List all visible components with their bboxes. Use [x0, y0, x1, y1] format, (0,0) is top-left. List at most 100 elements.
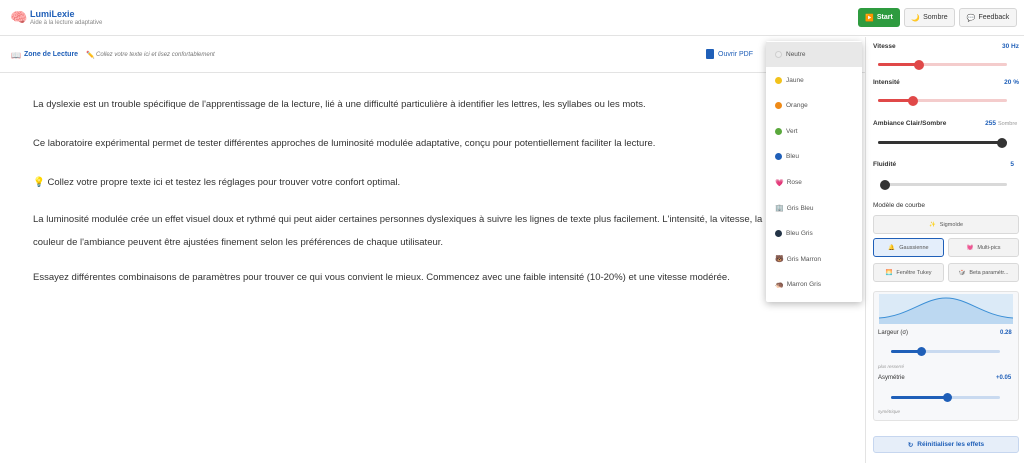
curve-preview [879, 294, 1013, 324]
dropdown-option[interactable]: Neutre [766, 42, 862, 67]
speed-value: 30 Hz [1002, 43, 1019, 50]
dropdown-option[interactable]: Bleu [766, 144, 862, 169]
curve-label: Multi-pics [977, 244, 1001, 251]
reset-effects-button[interactable]: ↻ Réinitialiser les effets [873, 436, 1019, 453]
refresh-icon: ↻ [907, 441, 914, 449]
start-button[interactable]: ▶️ Start [858, 8, 900, 27]
slider-thumb[interactable] [997, 137, 1007, 148]
slider-thumb[interactable] [917, 347, 927, 356]
option-label: Gris Bleu [786, 204, 814, 212]
reading-zone-title: Zone de Lecture [24, 51, 79, 58]
book-icon: 📖 [11, 51, 21, 60]
curve-tukey-button[interactable]: 🌅 Fenêtre Tukey [873, 263, 944, 282]
option-label: Jaune [786, 76, 804, 84]
option-label: Gris Marron [786, 255, 822, 263]
option-label: Neutre [786, 51, 806, 58]
sunrise-icon: 🌅 [885, 269, 893, 276]
option-label: Vert [786, 127, 798, 135]
ambiance-color-dropdown: Neutre Jaune Orange Vert Bleu 💗 Rose 🏢 Gris Bleu… [766, 41, 862, 302]
feedback-label: Feedback [978, 14, 1010, 21]
dropdown-option[interactable]: 💗 Rose [766, 170, 862, 195]
reset-effects-label: Réinitialiser les effets [917, 441, 985, 448]
open-pdf-button[interactable]: Ouvrir PDF [706, 49, 753, 59]
theme-label: Sombre [923, 14, 948, 21]
reading-paragraph: Ce laboratoire expérimental permet de te… [33, 138, 656, 149]
intensity-label: Intensité [873, 79, 900, 86]
app-subtitle: Aide à la lecture adaptative [30, 20, 103, 26]
reading-zone-bar: 📖 Zone de Lecture ✏️ Collez votre texte … [0, 37, 865, 73]
curve-label: Fenêtre Tukey [896, 269, 932, 276]
option-emoji-icon: 🐻 [775, 256, 784, 264]
dropdown-option[interactable]: Bleu Gris [766, 221, 862, 246]
curve-beta-button[interactable]: 🎲 Beta paramétr... [948, 263, 1019, 282]
width-sigma-label: Largeur (σ) [878, 330, 909, 336]
sparkles-icon: ✨ [928, 221, 936, 228]
ambiance-value: 255 [985, 120, 996, 127]
color-dot-icon [775, 76, 782, 84]
slider-fill [878, 141, 1007, 144]
width-sigma-value: 0.28 [1000, 330, 1012, 336]
dropdown-option[interactable]: 🐻 Gris Marron [766, 247, 862, 272]
intensity-value: 20 % [1004, 79, 1019, 86]
color-dot-icon [775, 127, 782, 135]
color-dot-icon [775, 153, 782, 161]
asymmetry-note: symétrique [878, 409, 901, 414]
dropdown-option[interactable]: 🏢 Gris Bleu [766, 196, 862, 221]
width-sigma-note: plus resserré [878, 364, 905, 369]
theme-toggle-button[interactable]: 🌙 Sombre [904, 8, 955, 27]
ambiance-label: Ambiance Clair/Sombre [873, 120, 947, 127]
reading-zone-hint: Collez votre texte ici et lisez conforta… [96, 52, 215, 58]
curve-model-label: Modèle de courbe [873, 202, 926, 209]
curve-sigmoid-button[interactable]: ✨ Sigmoïde [873, 215, 1019, 234]
slider-thumb[interactable] [907, 95, 918, 106]
reading-text-area[interactable]: La dyslexie est un trouble spécifique de… [33, 95, 768, 295]
slider-fill [878, 63, 920, 66]
play-icon: ▶️ [865, 14, 874, 22]
heartbeat-icon: 💓 [966, 244, 974, 251]
dropdown-option[interactable]: Orange [766, 93, 862, 118]
pdf-file-icon [706, 49, 714, 59]
curve-multipeak-button[interactable]: 💓 Multi-pics [948, 238, 1019, 257]
dice-icon: 🎲 [958, 269, 966, 276]
option-label: Bleu [786, 153, 800, 161]
brain-icon: 🧠 [10, 9, 28, 25]
curve-gaussian-button[interactable]: 🔔 Gaussienne [873, 238, 944, 257]
reading-paragraph: La dyslexie est un trouble spécifique de… [33, 99, 646, 110]
reading-paragraph: Essayez différentes combinaisons de para… [33, 272, 730, 283]
feedback-button[interactable]: 💬 Feedback [959, 8, 1017, 27]
speech-bubble-icon: 💬 [966, 14, 976, 22]
app-header: 🧠 LumiLexie Aide à la lecture adaptative… [0, 0, 1024, 36]
dropdown-option[interactable]: Jaune [766, 68, 862, 93]
ambiance-value-note: Sombre [998, 121, 1018, 127]
asymmetry-value: +0.05 [996, 375, 1012, 381]
start-label: Start [876, 14, 893, 21]
option-label: Rose [786, 179, 802, 186]
slider-track[interactable] [885, 183, 1007, 186]
open-pdf-label: Ouvrir PDF [718, 50, 753, 58]
speed-label: Vitesse [873, 43, 896, 50]
dropdown-option[interactable]: Vert [766, 119, 862, 144]
curve-label: Sigmoïde [939, 221, 964, 228]
reading-paragraph: La luminosité modulée crée un effet visu… [33, 214, 763, 248]
color-dot-icon [775, 102, 782, 110]
option-emoji-icon: 🏢 [775, 205, 784, 213]
fluidity-label: Fluidité [873, 161, 897, 168]
pencil-icon: ✏️ [86, 52, 95, 59]
reading-paragraph: 💡 Collez votre propre texte ici et teste… [33, 177, 401, 188]
bell-icon: 🔔 [888, 244, 896, 251]
option-label: Orange [786, 102, 808, 110]
moon-icon: 🌙 [911, 14, 921, 22]
slider-thumb[interactable] [880, 179, 890, 190]
app-title: LumiLexie [30, 9, 75, 19]
option-label: Marron Gris [786, 281, 822, 289]
option-emoji-icon: 💗 [775, 179, 784, 187]
fluidity-value: 5 [1010, 161, 1014, 168]
option-emoji-icon: 🦔 [775, 281, 784, 289]
curve-label: Beta paramétr... [969, 269, 1009, 276]
option-label: Bleu Gris [786, 230, 813, 238]
dropdown-option[interactable]: 🦔 Marron Gris [766, 272, 862, 297]
asymmetry-label: Asymétrie [878, 375, 905, 381]
slider-fill [891, 396, 948, 399]
slider-thumb[interactable] [914, 59, 925, 70]
curve-label: Gaussienne [899, 244, 929, 251]
